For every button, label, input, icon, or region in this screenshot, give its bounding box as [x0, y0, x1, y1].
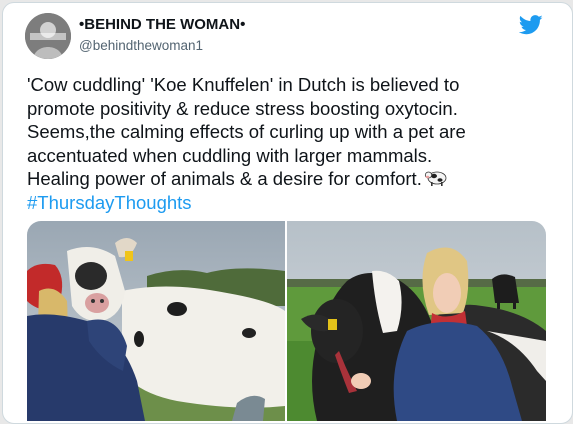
tweet-text-line-text: Healing power of animals & a desire for … — [27, 168, 422, 189]
tweet-photo-left[interactable] — [27, 221, 285, 421]
tweet-photo-right[interactable] — [287, 221, 546, 421]
author-name[interactable]: •BEHIND THE WOMAN• — [79, 16, 245, 33]
tweet-text-line: Seems,the calming effects of curling up … — [27, 121, 466, 142]
cow-emoji-icon — [424, 167, 448, 187]
author-avatar[interactable] — [25, 13, 71, 59]
tweet-text-line: 'Cow cuddling' 'Koe Knuffelen' in Dutch … — [27, 74, 460, 95]
tweet-text-line: promote positivity & reduce stress boost… — [27, 97, 458, 119]
tweet-text-line: accentuated when cuddling with larger ma… — [27, 144, 433, 166]
tweet-text-line: Healing power of animals & a desire for … — [27, 167, 567, 191]
twitter-bird-icon[interactable] — [518, 15, 543, 35]
hashtag-link[interactable]: #ThursdayThoughts — [27, 191, 567, 215]
author-handle[interactable]: @behindthewoman1 — [79, 38, 203, 53]
tweet-text: 'Cow cuddling' 'Koe Knuffelen' in Dutch … — [27, 73, 567, 214]
tweet-card: •BEHIND THE WOMAN• @behindthewoman1 'Cow… — [2, 2, 573, 424]
